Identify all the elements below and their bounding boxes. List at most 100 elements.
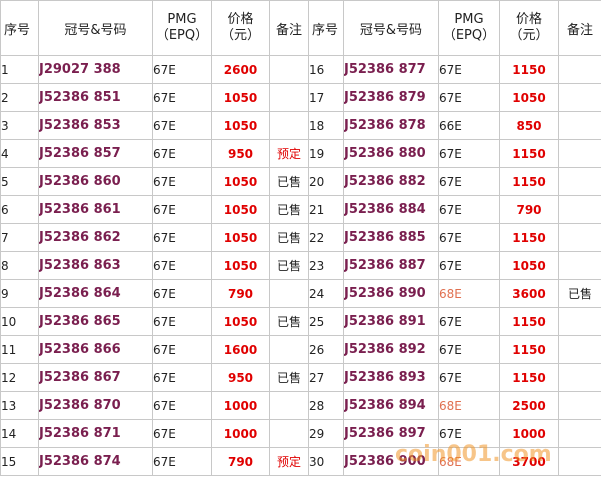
row-number: 27 [308, 363, 344, 392]
note-cell [558, 83, 601, 112]
serial-number: J52386 871 [38, 419, 153, 448]
header-serial-right: 冠号&号码 [343, 0, 439, 56]
price-cell: 2600 [211, 55, 270, 84]
serial-number: J52386 900 [343, 447, 439, 476]
row-number: 18 [308, 111, 344, 140]
grade-cell: 67E [438, 223, 500, 252]
header-grade-line2: （EPQ） [155, 28, 209, 43]
note-cell: 预定 [269, 139, 309, 168]
table-row: 13 J52386 870 67E 1000 28 J52386 894 68E 2500 [0, 391, 601, 420]
price-cell: 1150 [499, 55, 559, 84]
header-price-right: 价格 （元） [499, 0, 559, 56]
grade-cell: 67E [152, 307, 212, 336]
table-row: 5 J52386 860 67E 1050 已售 20 J52386 882 67E 1150 [0, 167, 601, 196]
row-number: 10 [0, 307, 39, 336]
table-row: 10 J52386 865 67E 1050 已售 25 J52386 891 67E 1150 [0, 307, 601, 336]
grade-cell: 67E [152, 55, 212, 84]
note-cell [269, 55, 309, 84]
grade-cell: 67E [152, 447, 212, 476]
header-grade-line2: （EPQ） [442, 28, 496, 43]
grade-cell: 67E [438, 195, 500, 224]
price-cell: 1000 [499, 419, 559, 448]
row-number: 20 [308, 167, 344, 196]
row-number: 29 [308, 419, 344, 448]
row-number: 1 [0, 55, 39, 84]
grade-cell: 68E [438, 279, 500, 308]
grade-cell: 67E [438, 363, 500, 392]
note-cell [558, 447, 601, 476]
price-cell: 790 [211, 279, 270, 308]
price-cell: 1150 [499, 307, 559, 336]
header-grade-line1: PMG [167, 12, 197, 27]
note-cell [558, 111, 601, 140]
serial-number: J52386 884 [343, 195, 439, 224]
note-cell: 已售 [269, 363, 309, 392]
row-number: 25 [308, 307, 344, 336]
price-cell: 790 [499, 195, 559, 224]
grade-cell: 67E [438, 419, 500, 448]
note-cell [558, 251, 601, 280]
serial-number: J52386 870 [38, 391, 153, 420]
serial-number: J52386 880 [343, 139, 439, 168]
row-number: 24 [308, 279, 344, 308]
serial-number: J52386 893 [343, 363, 439, 392]
header-no-right: 序号 [308, 0, 344, 56]
table-row: 9 J52386 864 67E 790 24 J52386 890 68E 3600 已售 [0, 279, 601, 308]
price-cell: 1150 [499, 167, 559, 196]
grade-cell: 67E [152, 335, 212, 364]
note-cell [269, 279, 309, 308]
note-cell [558, 391, 601, 420]
grade-cell: 68E [438, 391, 500, 420]
serial-number: J52386 863 [38, 251, 153, 280]
header-grade-right: PMG （EPQ） [438, 0, 500, 56]
grade-cell: 67E [438, 55, 500, 84]
serial-number: J52386 879 [343, 83, 439, 112]
grade-cell: 67E [152, 167, 212, 196]
price-cell: 1150 [499, 335, 559, 364]
grade-cell: 67E [152, 139, 212, 168]
price-cell: 2500 [499, 391, 559, 420]
price-cell: 1050 [211, 111, 270, 140]
price-cell: 1050 [211, 83, 270, 112]
note-cell [558, 307, 601, 336]
table-row: 12 J52386 867 67E 950 已售 27 J52386 893 67E 1150 [0, 363, 601, 392]
row-number: 17 [308, 83, 344, 112]
header-note-left: 备注 [269, 0, 309, 56]
note-cell: 已售 [269, 223, 309, 252]
header-row: 序号 冠号&号码 PMG （EPQ） 价格 （元） 备注 序号 冠号&号码 PM… [0, 0, 601, 56]
grade-cell: 67E [152, 251, 212, 280]
note-cell: 预定 [269, 447, 309, 476]
table-row: 4 J52386 857 67E 950 预定 19 J52386 880 67E 1150 [0, 139, 601, 168]
price-cell: 1050 [499, 83, 559, 112]
header-grade-left: PMG （EPQ） [152, 0, 212, 56]
serial-number: J52386 885 [343, 223, 439, 252]
price-cell: 1150 [499, 139, 559, 168]
table-row: 11 J52386 866 67E 1600 26 J52386 892 67E 1150 [0, 335, 601, 364]
note-cell [558, 363, 601, 392]
price-cell: 3700 [499, 447, 559, 476]
row-number: 22 [308, 223, 344, 252]
header-serial-left: 冠号&号码 [38, 0, 153, 56]
serial-number: J52386 878 [343, 111, 439, 140]
note-cell: 已售 [558, 279, 601, 308]
row-number: 19 [308, 139, 344, 168]
serial-number: J52386 897 [343, 419, 439, 448]
grade-cell: 66E [438, 111, 500, 140]
serial-number: J52386 892 [343, 335, 439, 364]
row-number: 14 [0, 419, 39, 448]
price-cell: 790 [211, 447, 270, 476]
row-number: 30 [308, 447, 344, 476]
serial-number: J52386 857 [38, 139, 153, 168]
row-number: 12 [0, 363, 39, 392]
grade-cell: 67E [438, 307, 500, 336]
row-number: 21 [308, 195, 344, 224]
grade-cell: 68E [438, 447, 500, 476]
price-cell: 950 [211, 363, 270, 392]
price-cell: 3600 [499, 279, 559, 308]
serial-number: J52386 865 [38, 307, 153, 336]
serial-number: J52386 861 [38, 195, 153, 224]
note-cell [269, 419, 309, 448]
note-cell [558, 223, 601, 252]
grade-cell: 67E [438, 167, 500, 196]
grade-cell: 67E [152, 111, 212, 140]
